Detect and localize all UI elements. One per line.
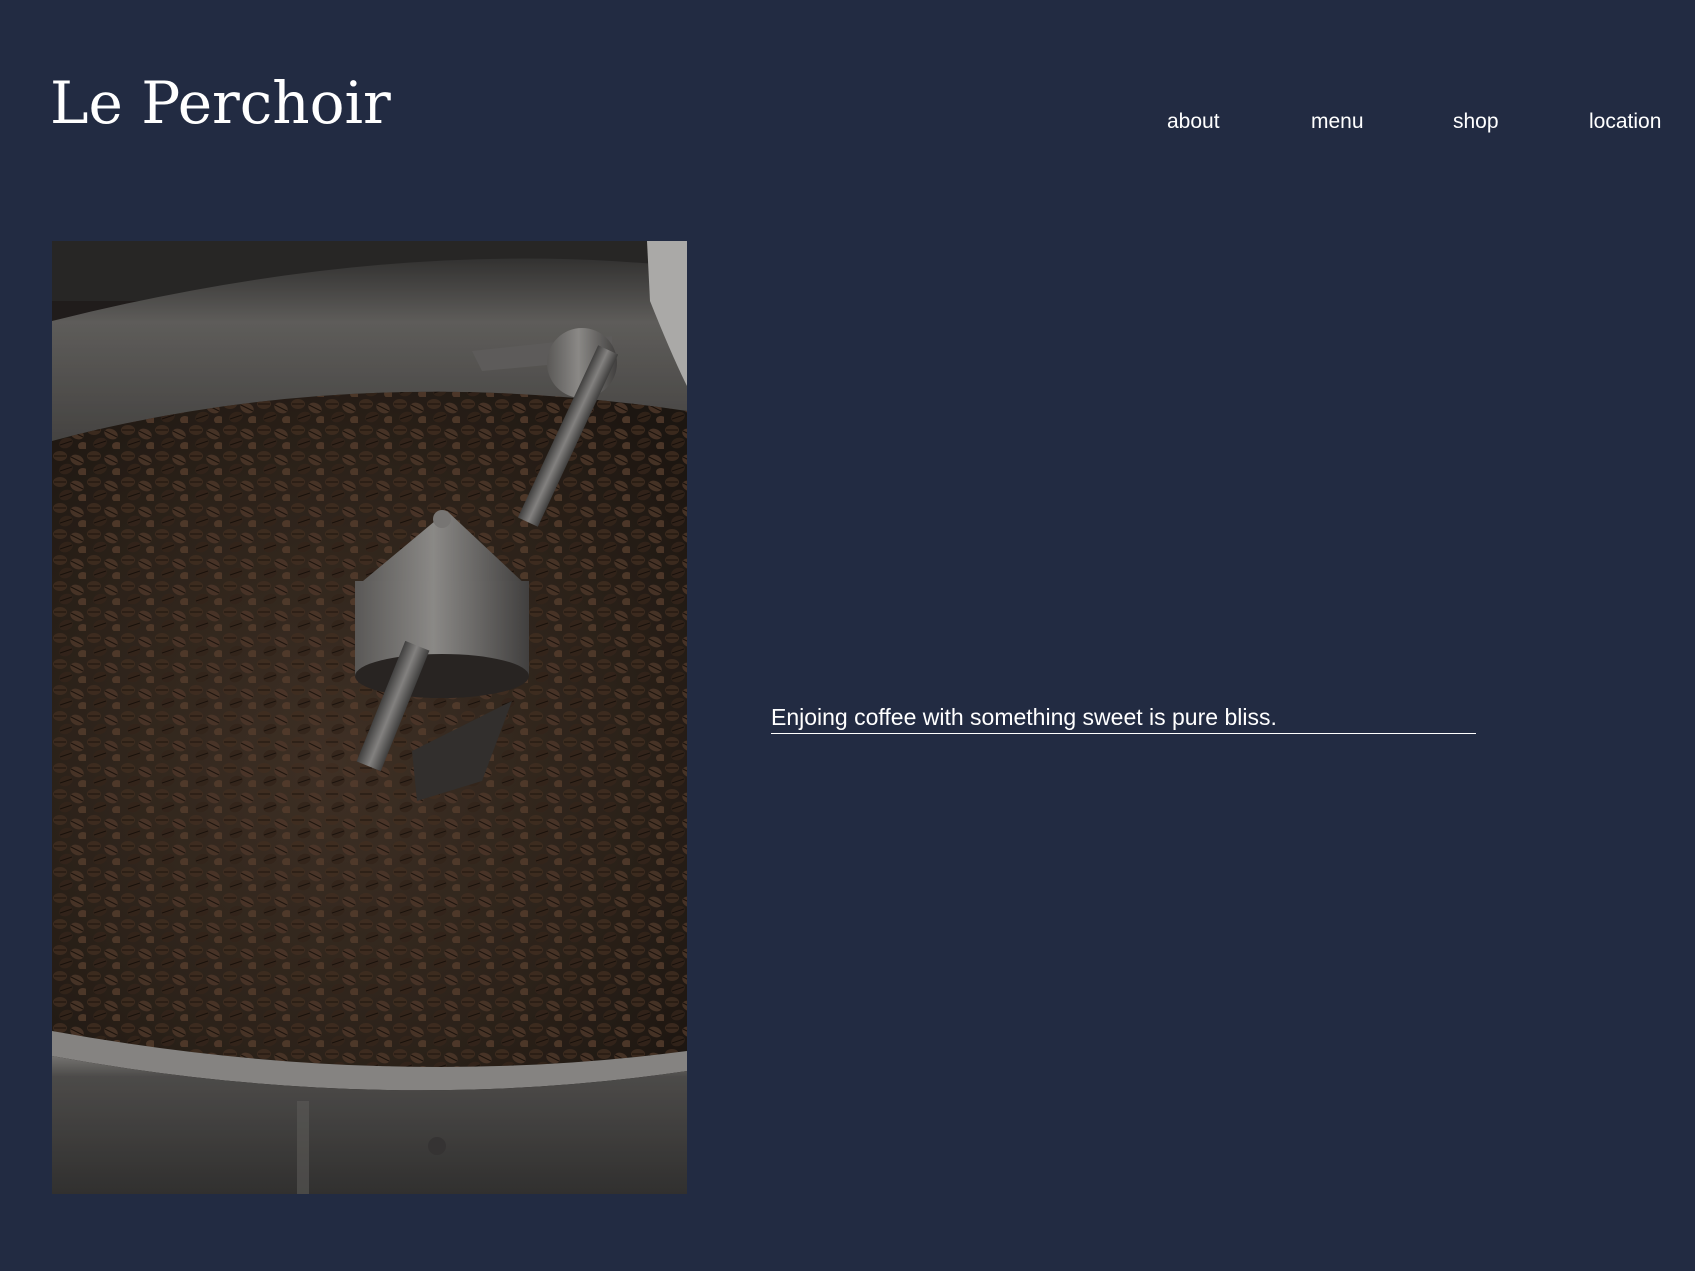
hero-tagline: Enjoing coffee with something sweet is p… — [771, 703, 1476, 734]
nav-link-shop[interactable]: shop — [1453, 110, 1499, 134]
nav-link-location[interactable]: location — [1589, 110, 1661, 134]
coffee-roaster-illustration — [52, 241, 687, 1194]
coffee-roaster-image — [52, 241, 687, 1194]
page: Le Perchoir about menu shop location Enj… — [0, 0, 1695, 1271]
nav-link-about[interactable]: about — [1167, 110, 1220, 134]
nav-link-menu[interactable]: menu — [1311, 110, 1364, 134]
main-nav: about menu shop location — [0, 110, 1695, 138]
